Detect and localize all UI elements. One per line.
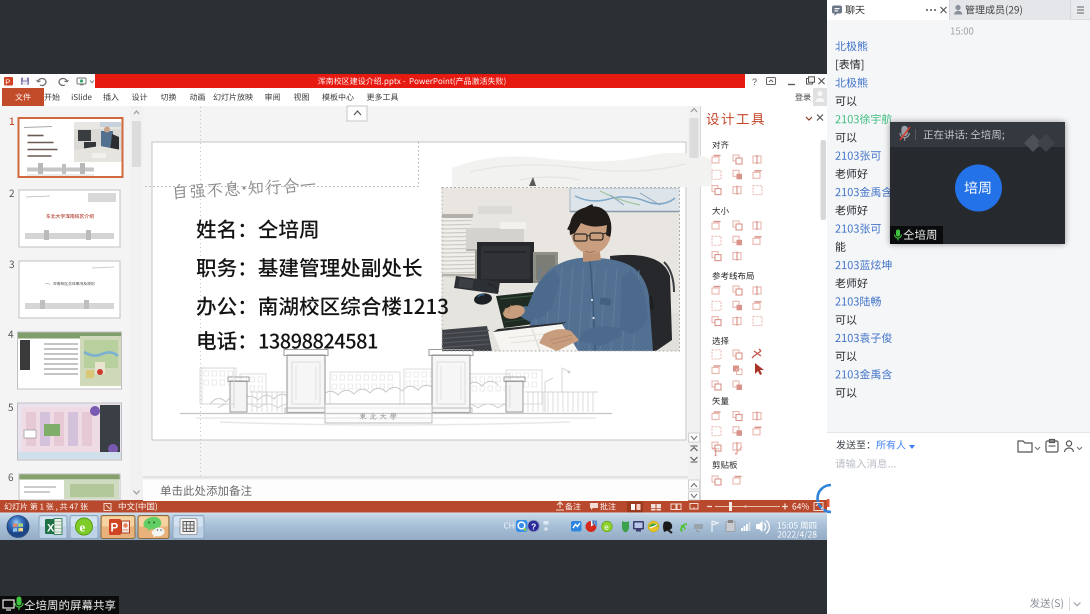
svg-text:P: P	[111, 523, 119, 535]
svg-text:e: e	[604, 523, 609, 532]
svg-text:?: ?	[531, 522, 536, 532]
svg-text:?: ?	[752, 77, 757, 87]
svg-text:P: P	[5, 77, 10, 86]
svg-text:e: e	[80, 520, 86, 535]
svg-text:T: T	[712, 445, 720, 459]
svg-text:X: X	[47, 523, 55, 535]
